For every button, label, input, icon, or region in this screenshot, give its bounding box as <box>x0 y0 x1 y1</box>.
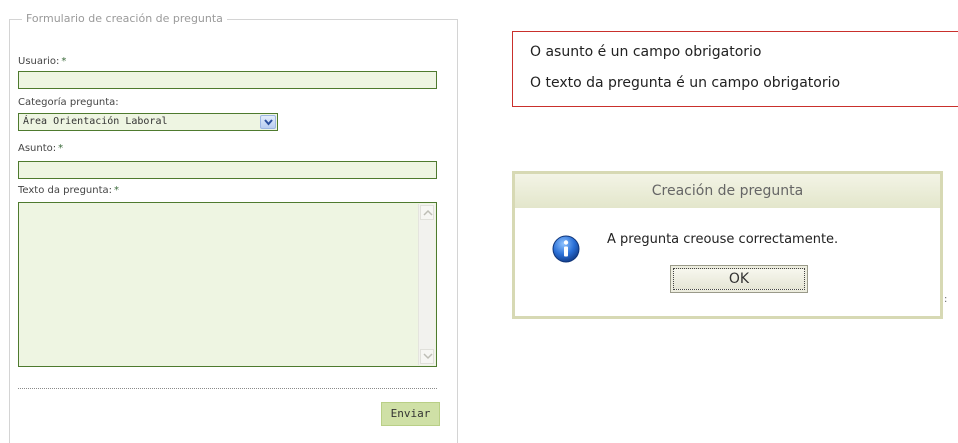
chevron-down-icon[interactable] <box>260 115 276 129</box>
form-divider <box>18 388 437 389</box>
user-input[interactable] <box>18 71 437 89</box>
success-dialog: Creación de pregunta A pregunta creouse … <box>512 171 943 319</box>
category-label-text: Categoría pregunta: <box>18 97 119 108</box>
subject-label-text: Asunto: <box>18 143 57 154</box>
dialog-message: A pregunta creouse correctamente. <box>607 232 839 247</box>
subject-label: Asunto: * <box>18 143 63 155</box>
subject-required-mark: * <box>58 143 64 154</box>
category-label: Categoría pregunta: <box>18 97 119 109</box>
error-message-question: O texto da pregunta é un campo obrigator… <box>530 75 841 91</box>
user-label-text: Usuario: <box>18 56 60 67</box>
submit-button[interactable]: Enviar <box>381 402 440 426</box>
ok-button[interactable]: OK <box>670 265 808 293</box>
question-label: Texto da pregunta: * <box>18 185 119 197</box>
category-select[interactable]: Área Orientación Laboral <box>18 113 278 131</box>
error-message-subject: O asunto é un campo obrigatorio <box>530 44 762 60</box>
ok-button-label: OK <box>673 268 805 290</box>
form-legend: Formulario de creación de pregunta <box>22 11 227 27</box>
subject-input[interactable] <box>18 161 437 179</box>
question-textarea[interactable] <box>18 202 437 367</box>
error-messages-box: O asunto é un campo obrigatorio O texto … <box>512 31 958 107</box>
page: Formulario de creación de pregunta Usuar… <box>0 0 958 443</box>
info-icon <box>552 234 580 268</box>
user-label: Usuario: * <box>18 56 66 68</box>
question-label-text: Texto da pregunta: <box>18 185 113 196</box>
stray-mark: : <box>944 294 948 305</box>
user-required-mark: * <box>61 56 67 67</box>
scroll-down-arrow-icon[interactable] <box>420 349 434 364</box>
textarea-scrollbar[interactable] <box>418 204 435 365</box>
scroll-up-arrow-icon[interactable] <box>420 205 434 220</box>
question-required-mark: * <box>114 185 120 196</box>
dialog-title: Creación de pregunta <box>515 174 940 208</box>
category-selected-value: Área Orientación Laboral <box>23 116 168 127</box>
